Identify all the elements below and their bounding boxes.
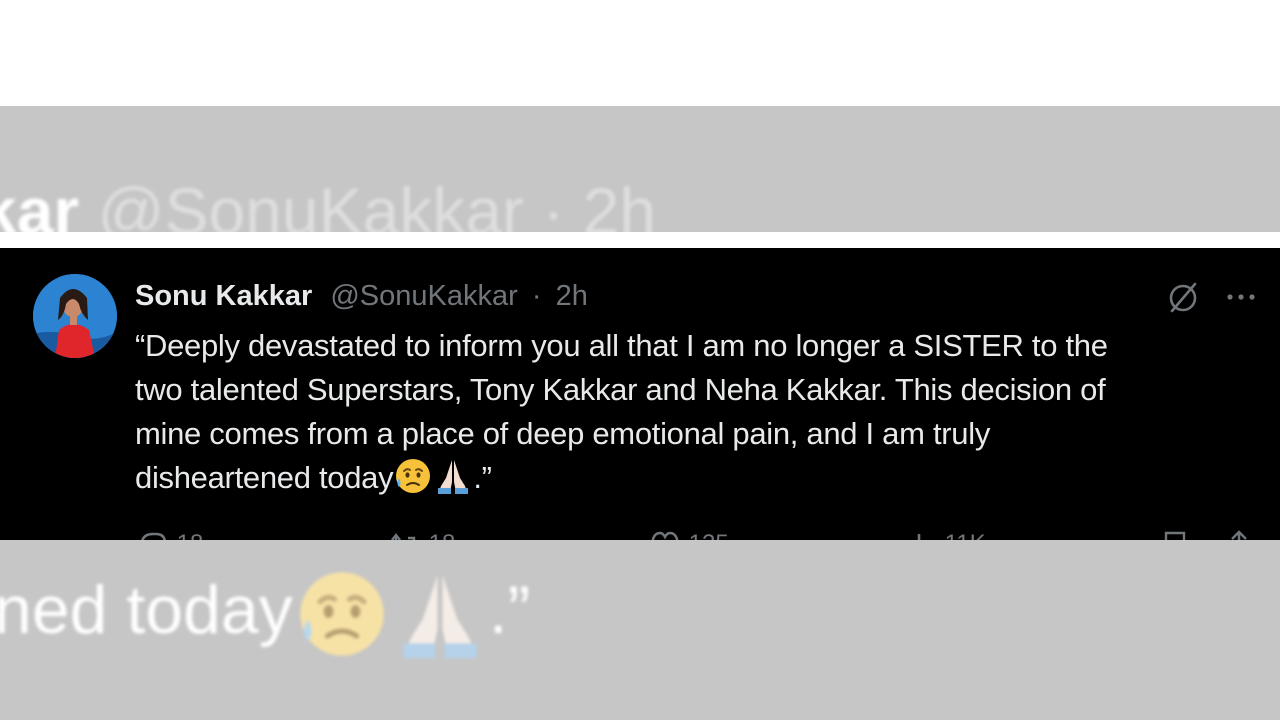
header-separator: · [531, 280, 542, 312]
avatar-image [33, 274, 117, 358]
like-count: 125 [689, 530, 729, 540]
zoomed-closing: .” [488, 572, 531, 648]
zoomed-folded-hands-icon [402, 574, 477, 659]
tweet-header: Sonu Kakkar @SonuKakkar · 2h [135, 278, 588, 314]
zoomed-text-fragment: ned today [0, 572, 293, 648]
zoomed-sad-face-icon [300, 572, 384, 656]
tweet-action-bar: 18 18 125 11K [0, 524, 1280, 540]
like-icon [651, 531, 679, 540]
tweet-text-closing: .” [473, 460, 492, 495]
repost-icon [391, 532, 416, 540]
tweet-text-line: “Deeply devastated to inform you all tha… [135, 328, 1108, 363]
zoomed-text: ned today .” [0, 560, 530, 663]
reply-button[interactable]: 18 [136, 524, 203, 540]
user-handle[interactable]: @SonuKakkar [330, 280, 517, 312]
tweet-text-line: mine comes from a place of deep emotiona… [135, 416, 991, 451]
bookmark-button[interactable] [1158, 524, 1192, 540]
views-button[interactable]: 11K [904, 524, 986, 540]
zoomed-header-background: kar @SonuKakkar · 2h [0, 106, 1280, 232]
share-icon [1231, 529, 1247, 540]
tweet-text: “Deeply devastated to inform you all tha… [135, 324, 1235, 500]
views-count: 11K [945, 530, 986, 540]
reply-count: 18 [177, 530, 204, 540]
zoomed-text-background: ned today .” [0, 540, 1280, 720]
like-button[interactable]: 125 [648, 524, 729, 540]
repost-count: 18 [429, 530, 456, 540]
tweet-text-ending: disheartened today [135, 460, 394, 495]
zoomed-name-fragment: kar [0, 174, 80, 232]
zoomed-header-text: kar @SonuKakkar · 2h [0, 178, 656, 232]
folded-hands-emoji-icon [438, 460, 469, 494]
grok-icon[interactable] [1164, 278, 1202, 316]
tweet-text-line-last: disheartened today .” [135, 456, 1235, 500]
top-margin [0, 0, 1280, 106]
tweet-card[interactable]: Sonu Kakkar @SonuKakkar · 2h “Deeply dev… [0, 248, 1280, 540]
screenshot-stage: kar @SonuKakkar · 2h Sonu Kakkar @SonuKa… [0, 0, 1280, 720]
separator-band [0, 232, 1280, 248]
sad-relieved-face-emoji-icon [396, 459, 431, 493]
timestamp[interactable]: 2h [556, 280, 588, 312]
zoomed-handle-fragment: @SonuKakkar · 2h [97, 174, 657, 232]
display-name[interactable]: Sonu Kakkar [135, 280, 312, 312]
tweet-text-line: two talented Superstars, Tony Kakkar and… [135, 372, 1106, 407]
avatar[interactable] [33, 274, 117, 358]
more-options-icon[interactable] [1222, 278, 1260, 316]
repost-button[interactable]: 18 [388, 524, 455, 540]
share-button[interactable] [1222, 524, 1256, 540]
bookmark-icon [1164, 531, 1186, 540]
reply-icon [141, 532, 166, 540]
views-icon [917, 533, 921, 540]
